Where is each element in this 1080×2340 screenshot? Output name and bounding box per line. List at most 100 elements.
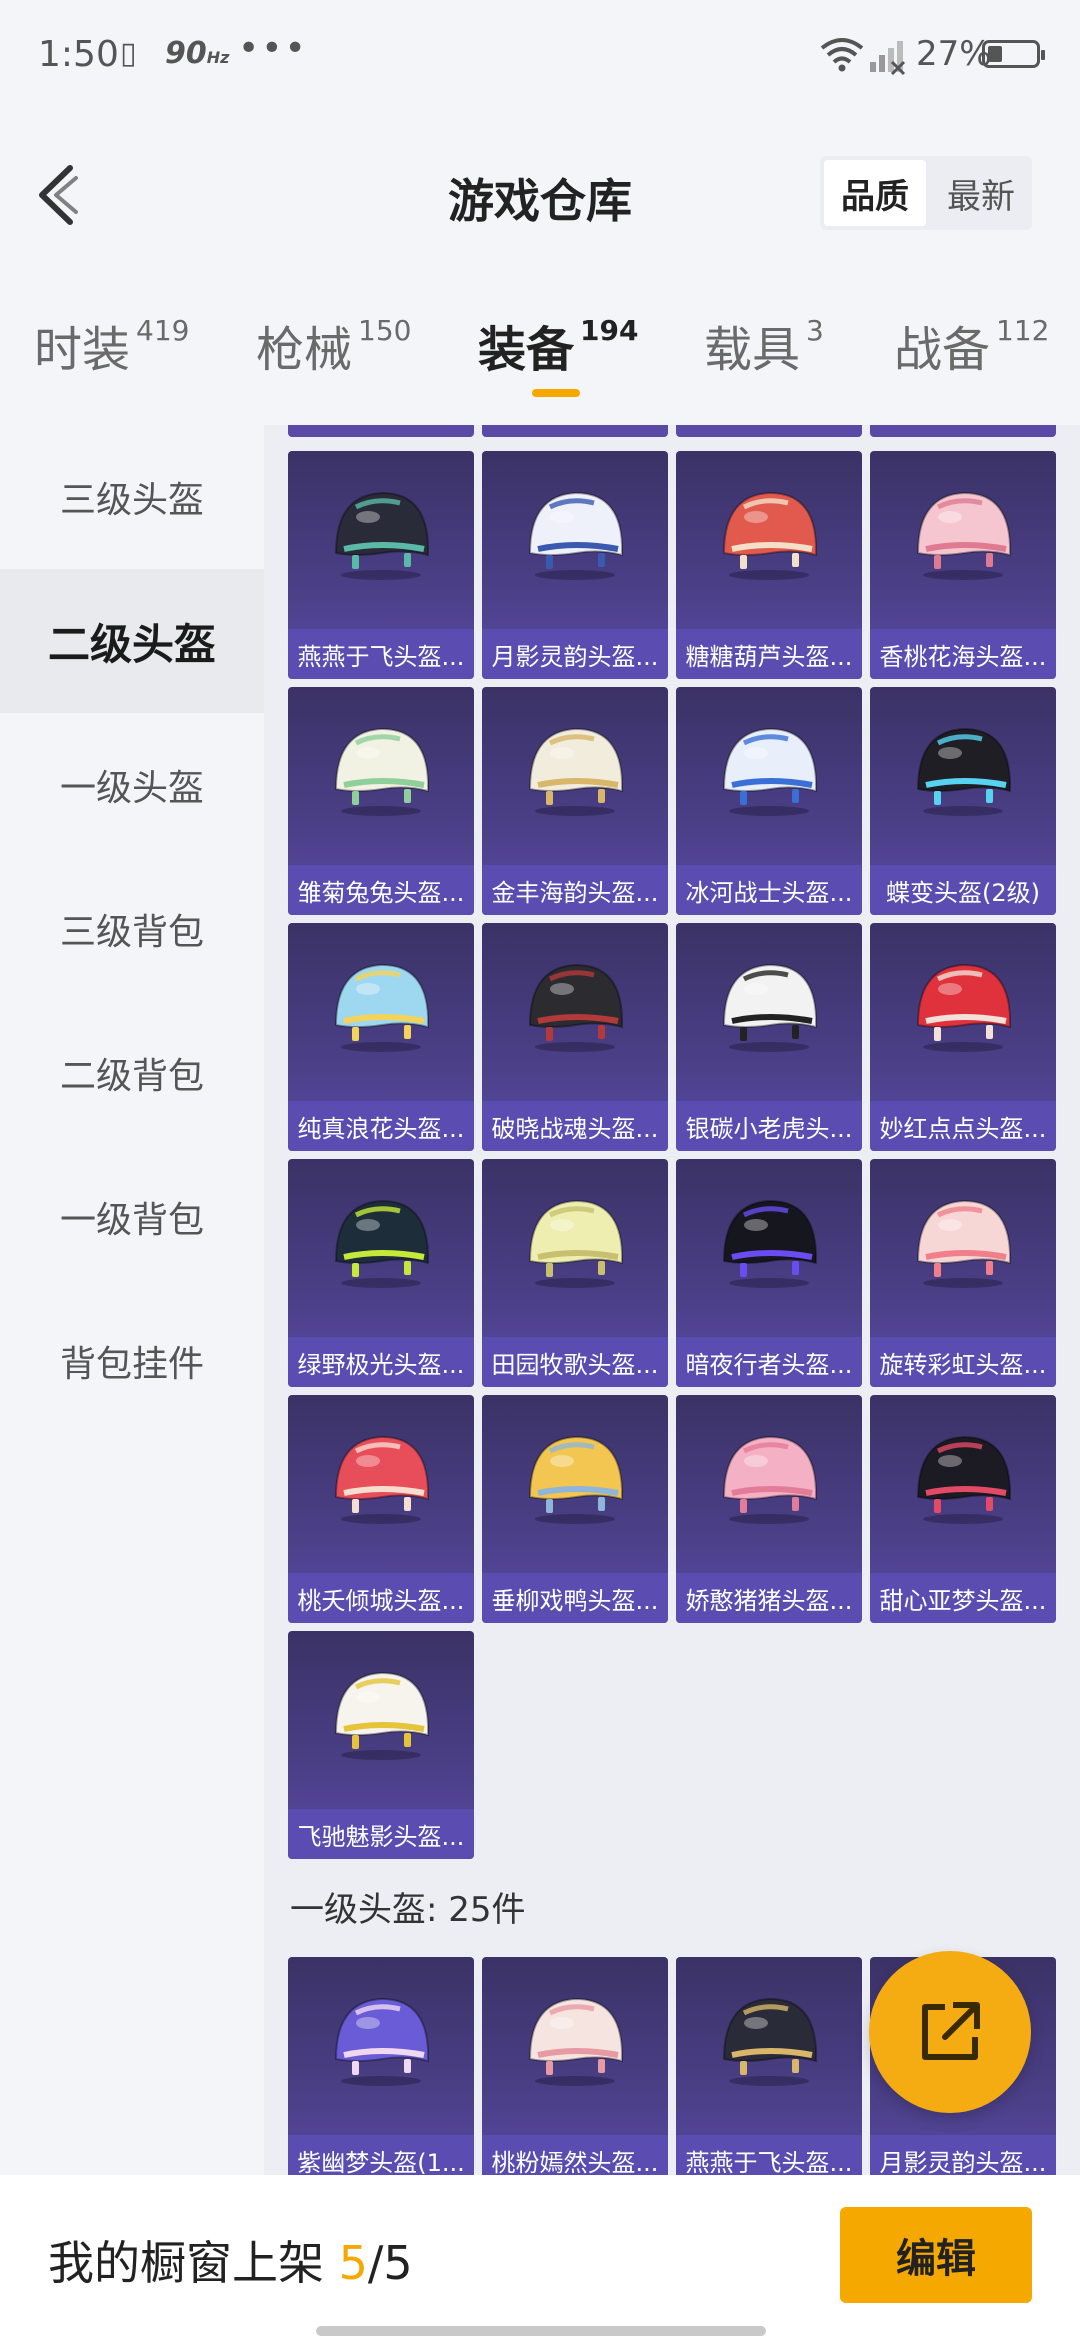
- sort-quality-button[interactable]: 品质: [824, 160, 926, 226]
- helmet-icon: [326, 1191, 436, 1291]
- item-card[interactable]: 香桃花海头盔...: [870, 451, 1056, 679]
- helmet-icon: [520, 483, 630, 583]
- item-card[interactable]: 绿野极光头盔...: [288, 1159, 474, 1387]
- sidebar-item-backpack-charm[interactable]: 背包挂件: [0, 1289, 264, 1433]
- tab-guns[interactable]: 枪械 150: [256, 310, 411, 380]
- helmet-icon: [908, 719, 1018, 819]
- item-card[interactable]: 银碳小老虎头...: [676, 923, 862, 1151]
- item-name: 燕燕于飞头盔...: [288, 629, 474, 679]
- helmet-icon: [714, 1989, 824, 2089]
- sort-latest-button[interactable]: 最新: [930, 156, 1032, 230]
- item-name: 田园牧歌头盔...: [482, 1337, 668, 1387]
- helmet-icon: [326, 1989, 436, 2089]
- item-name: 纯真浪花头盔...: [288, 1101, 474, 1151]
- item-name: 糖糖葫芦头盔...: [676, 629, 862, 679]
- item-name: 月影灵韵头盔...: [482, 629, 668, 679]
- item-name: 破晓战魂头盔...: [482, 1101, 668, 1151]
- helmet-icon: [908, 1191, 1018, 1291]
- tab-fashion[interactable]: 时装 419: [34, 310, 189, 380]
- item-name: 娇憨猪猪头盔...: [676, 1573, 862, 1623]
- sort-toggle: 品质 最新: [820, 156, 1032, 230]
- showcase-bottom-bar: 我的橱窗上架 5/5 编辑: [0, 2175, 1080, 2340]
- battery-percent: 27%: [916, 34, 992, 74]
- sidebar-item-level3-backpack[interactable]: 三级背包: [0, 857, 264, 1001]
- item-card[interactable]: 甜心亚梦头盔...: [870, 1395, 1056, 1623]
- tab-vehicles[interactable]: 载具 3: [704, 310, 824, 380]
- home-indicator[interactable]: [316, 2326, 766, 2336]
- tab-equipment[interactable]: 装备 194: [478, 310, 638, 380]
- item-name: 银碳小老虎头...: [676, 1101, 862, 1151]
- helmet-icon: [520, 719, 630, 819]
- helmet-icon: [714, 719, 824, 819]
- sidebar-item-level1-backpack[interactable]: 一级背包: [0, 1145, 264, 1289]
- battery-icon: [982, 40, 1045, 68]
- item-name: 蝶变头盔(2级): [870, 865, 1056, 915]
- sidebar-item-level3-helmet[interactable]: 三级头盔: [0, 425, 264, 569]
- item-name: 绿野极光头盔...: [288, 1337, 474, 1387]
- cellular-signal-icon: [870, 41, 906, 76]
- section-title-level1-helmet: 一级头盔: 25件: [290, 1890, 526, 1930]
- showcase-current-count: 5: [338, 2236, 368, 2290]
- active-tab-indicator: [532, 389, 580, 397]
- item-grid-panel[interactable]: 燕燕于飞头盔... 月影灵韵头盔... 糖糖葫芦头盔... 香桃花海头盔... 雏菊兔兔…: [264, 425, 1080, 2175]
- item-card[interactable]: 雏菊兔兔头盔...: [288, 687, 474, 915]
- edit-button[interactable]: 编辑: [840, 2207, 1032, 2303]
- item-card[interactable]: 冰河战士头盔...: [676, 687, 862, 915]
- vibrate-icon: ▯: [120, 36, 137, 71]
- helmet-icon: [326, 719, 436, 819]
- item-name: 垂柳戏鸭头盔...: [482, 1573, 668, 1623]
- helmet-icon: [520, 1989, 630, 2089]
- showcase-total-count: 5: [383, 2236, 413, 2290]
- helmet-icon: [520, 1191, 630, 1291]
- item-card[interactable]: 纯真浪花头盔...: [288, 923, 474, 1151]
- item-card[interactable]: 蝶变头盔(2级): [870, 687, 1056, 915]
- item-card[interactable]: 桃粉嫣然头盔...: [482, 1957, 668, 2175]
- item-card[interactable]: 田园牧歌头盔...: [482, 1159, 668, 1387]
- item-name: 桃粉嫣然头盔...: [482, 2135, 668, 2175]
- item-card[interactable]: 娇憨猪猪头盔...: [676, 1395, 862, 1623]
- helmet-icon: [326, 1663, 436, 1763]
- helmet-icon: [714, 1191, 824, 1291]
- item-card[interactable]: 飞驰魅影头盔...: [288, 1631, 474, 1859]
- item-card[interactable]: 垂柳戏鸭头盔...: [482, 1395, 668, 1623]
- item-card[interactable]: 旋转彩虹头盔...: [870, 1159, 1056, 1387]
- refresh-rate: 90Hz: [165, 36, 230, 71]
- cutoff-card: [288, 425, 474, 437]
- item-name: 甜心亚梦头盔...: [870, 1573, 1056, 1623]
- cutoff-card: [482, 425, 668, 437]
- helmet-icon: [714, 1427, 824, 1527]
- sidebar-item-level1-helmet[interactable]: 一级头盔: [0, 713, 264, 857]
- item-card[interactable]: 妙红点点头盔...: [870, 923, 1056, 1151]
- item-name: 燕燕于飞头盔...: [676, 2135, 862, 2175]
- item-card[interactable]: 金丰海韵头盔...: [482, 687, 668, 915]
- item-name: 雏菊兔兔头盔...: [288, 865, 474, 915]
- status-bar: 1:50 ▯ 90Hz ••• 27%: [0, 0, 1080, 110]
- sidebar-item-level2-backpack[interactable]: 二级背包: [0, 1001, 264, 1145]
- helmet-icon: [520, 1427, 630, 1527]
- item-name: 冰河战士头盔...: [676, 865, 862, 915]
- item-card[interactable]: 破晓战魂头盔...: [482, 923, 668, 1151]
- item-card[interactable]: 桃夭倾城头盔...: [288, 1395, 474, 1623]
- more-notifications-icon: •••: [238, 28, 308, 69]
- item-card[interactable]: 月影灵韵头盔...: [482, 451, 668, 679]
- helmet-icon: [326, 955, 436, 1055]
- item-name: 妙红点点头盔...: [870, 1101, 1056, 1151]
- item-card[interactable]: 糖糖葫芦头盔...: [676, 451, 862, 679]
- item-name: 紫幽梦头盔(1...: [288, 2135, 474, 2175]
- tab-battle-prep[interactable]: 战备 112: [894, 310, 1049, 380]
- showcase-label: 我的橱窗上架 5/5: [48, 2236, 413, 2290]
- share-icon: [922, 2002, 980, 2060]
- cutoff-card: [870, 425, 1056, 437]
- item-card[interactable]: 燕燕于飞头盔...: [288, 451, 474, 679]
- helmet-icon: [714, 483, 824, 583]
- item-name: 金丰海韵头盔...: [482, 865, 668, 915]
- wifi-icon: [820, 38, 864, 72]
- sidebar: 三级头盔 二级头盔 一级头盔 三级背包 二级背包 一级背包 背包挂件: [0, 425, 264, 2175]
- item-card[interactable]: 紫幽梦头盔(1...: [288, 1957, 474, 2175]
- item-card[interactable]: 暗夜行者头盔...: [676, 1159, 862, 1387]
- sidebar-item-level2-helmet[interactable]: 二级头盔: [0, 569, 264, 713]
- item-card[interactable]: 燕燕于飞头盔...: [676, 1957, 862, 2175]
- item-name: 旋转彩虹头盔...: [870, 1337, 1056, 1387]
- share-button[interactable]: [869, 1951, 1031, 2113]
- item-name: 飞驰魅影头盔...: [288, 1809, 474, 1859]
